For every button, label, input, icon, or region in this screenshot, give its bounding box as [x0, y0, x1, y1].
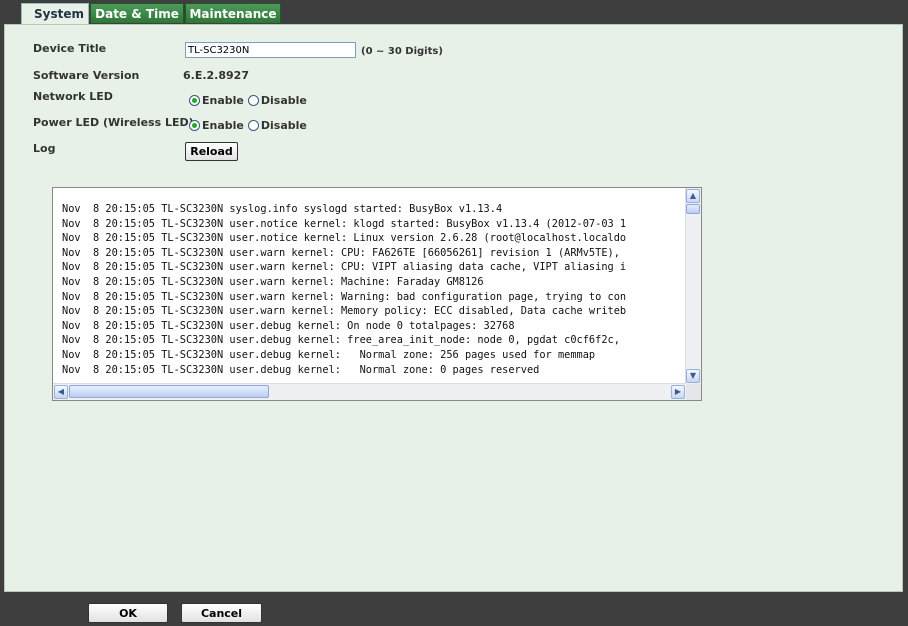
- network-led-radio-group: Enable Disable: [189, 94, 311, 107]
- device-title-input[interactable]: [185, 42, 356, 58]
- log-viewer[interactable]: Nov 8 20:15:05 TL-SC3230N syslog.info sy…: [52, 187, 702, 401]
- scroll-up-icon[interactable]: ▲: [686, 189, 700, 203]
- power-led-label: Power LED (Wireless LED): [33, 116, 194, 129]
- network-led-label: Network LED: [33, 90, 113, 103]
- tab-system[interactable]: System: [21, 3, 89, 25]
- scroll-right-icon[interactable]: ▶: [671, 385, 685, 399]
- log-text: Nov 8 20:15:05 TL-SC3230N syslog.info sy…: [62, 203, 627, 376]
- power-led-enable-label[interactable]: Enable: [202, 119, 244, 132]
- network-led-disable-radio[interactable]: [247, 95, 259, 106]
- horizontal-scroll-thumb[interactable]: [69, 385, 269, 398]
- vertical-scrollbar[interactable]: ▲ ▼: [685, 188, 701, 384]
- scroll-left-icon[interactable]: ◀: [54, 385, 68, 399]
- software-version-label: Software Version: [33, 69, 140, 82]
- tab-bar: System Date & Time Maintenance: [21, 3, 282, 25]
- power-led-disable-radio[interactable]: [247, 120, 259, 131]
- network-led-disable-label[interactable]: Disable: [261, 94, 307, 107]
- network-led-enable-label[interactable]: Enable: [202, 94, 244, 107]
- footer-bar: OK Cancel: [0, 592, 908, 626]
- cancel-button[interactable]: Cancel: [181, 603, 262, 623]
- device-title-hint: (0 ~ 30 Digits): [361, 46, 443, 57]
- horizontal-scrollbar[interactable]: ◀ ▶: [53, 383, 686, 400]
- tab-maintenance[interactable]: Maintenance: [185, 3, 281, 23]
- vertical-scroll-thumb[interactable]: [686, 204, 700, 214]
- power-led-enable-radio[interactable]: [189, 120, 200, 131]
- scroll-down-icon[interactable]: ▼: [686, 369, 700, 383]
- device-title-label: Device Title: [33, 42, 107, 55]
- network-led-enable-radio[interactable]: [189, 95, 200, 106]
- ok-button[interactable]: OK: [88, 603, 168, 623]
- tab-date-time[interactable]: Date & Time: [90, 3, 184, 23]
- system-settings-panel: Device Title (0 ~ 30 Digits) Software Ve…: [4, 24, 903, 592]
- software-version-value: 6.E.2.8927: [183, 69, 249, 82]
- reload-button[interactable]: Reload: [185, 142, 238, 161]
- power-led-disable-label[interactable]: Disable: [261, 119, 307, 132]
- log-label: Log: [33, 142, 56, 155]
- scrollbar-corner: [686, 384, 701, 400]
- power-led-radio-group: Enable Disable: [189, 119, 311, 132]
